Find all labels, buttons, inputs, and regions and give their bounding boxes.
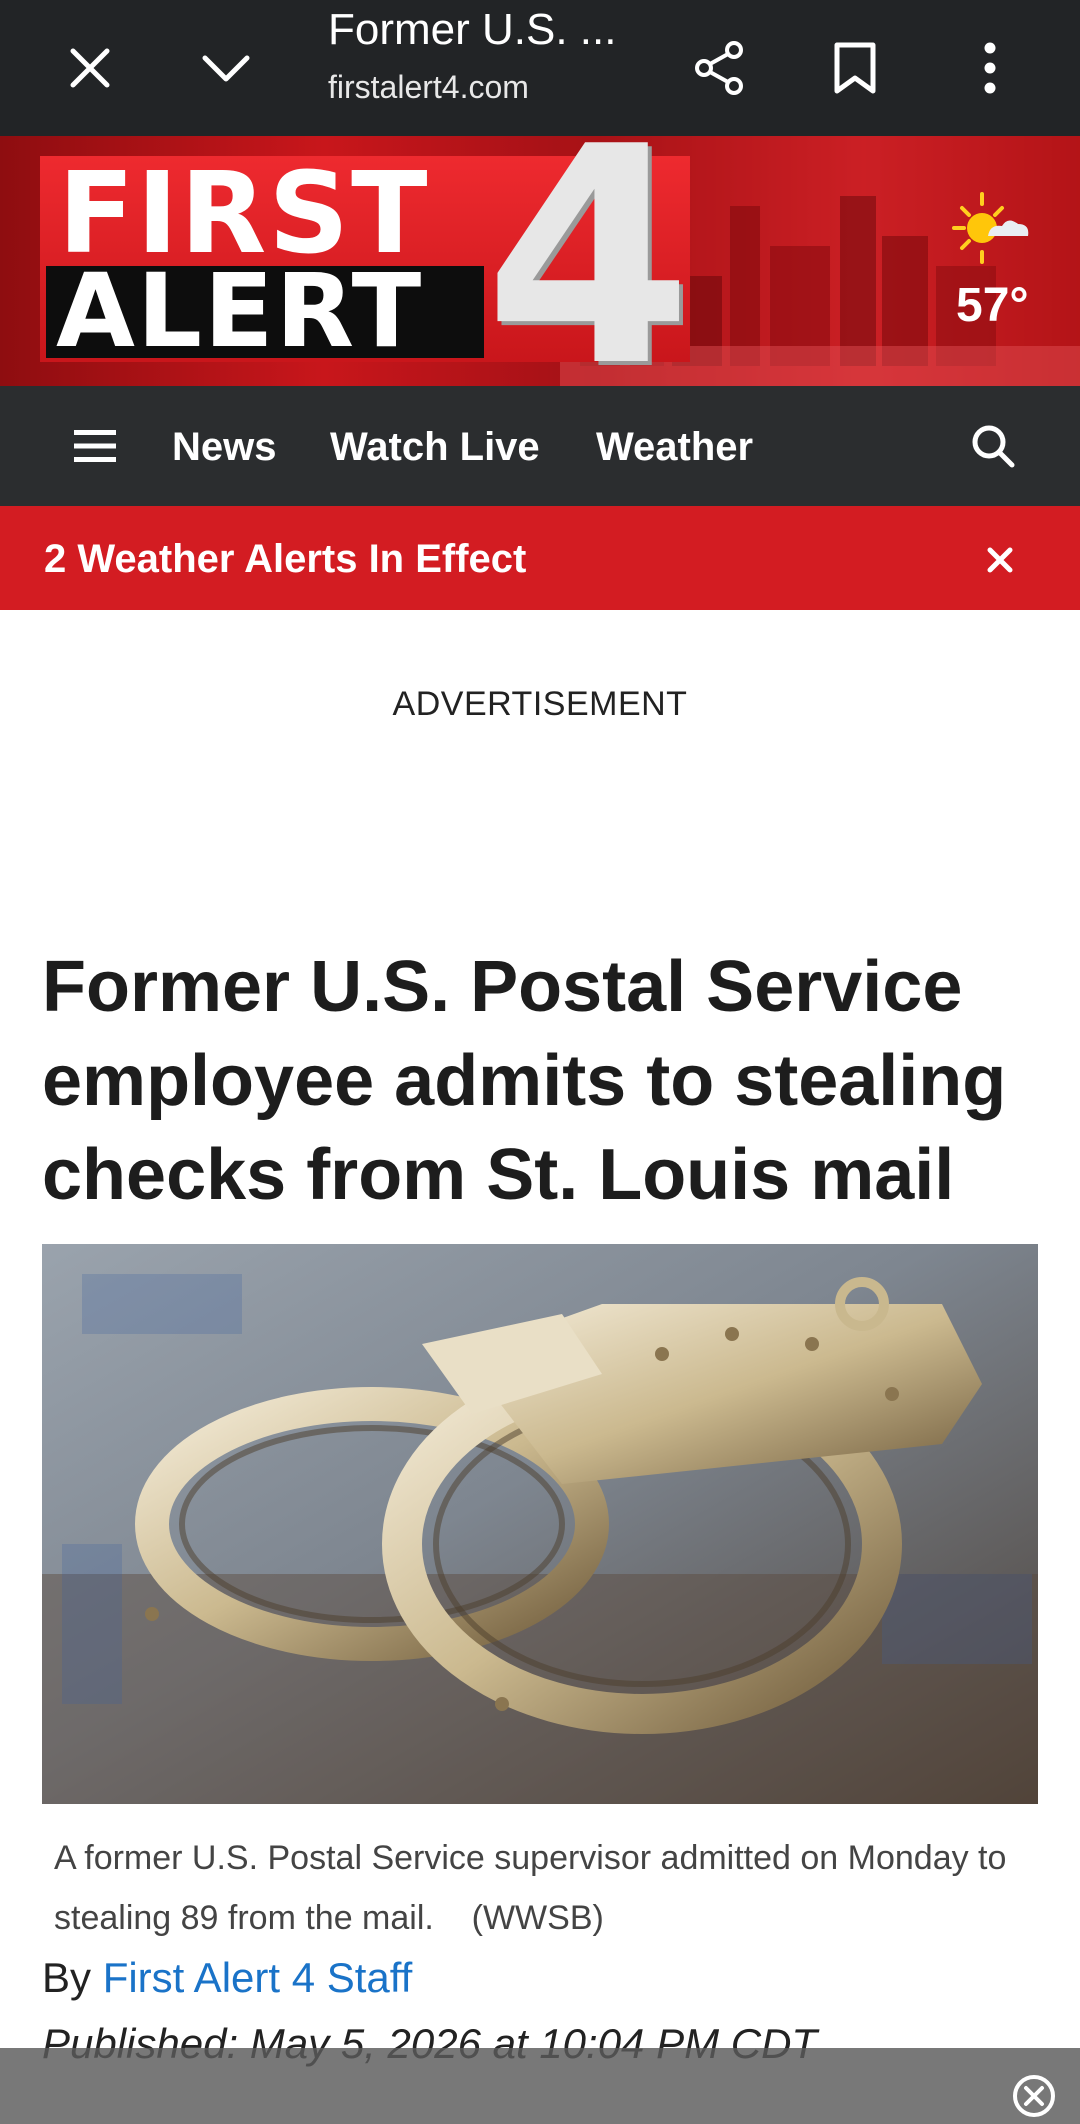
search-button[interactable] <box>958 416 1028 476</box>
nav-item-news[interactable]: News <box>172 422 277 472</box>
bookmark-icon <box>834 42 876 94</box>
station-banner: FIRST ALERT 4 57° <box>0 136 1080 386</box>
search-icon <box>972 425 1015 468</box>
share-button[interactable] <box>670 18 770 118</box>
bottom-ad-overlay[interactable] <box>0 2048 1080 2124</box>
share-icon <box>695 41 743 95</box>
chevron-down-icon <box>202 55 250 82</box>
logo-text-alert: ALERT <box>56 252 424 371</box>
nav-item-watch-live[interactable]: Watch Live <box>330 422 540 472</box>
page-title[interactable]: Former U.S. ... <box>328 2 668 58</box>
photo-credit: (WWSB) <box>471 1899 604 1937</box>
temperature-value[interactable]: 57° <box>956 278 1029 334</box>
menu-icon <box>74 430 116 462</box>
more-vert-icon <box>984 42 996 94</box>
site-navigation: News Watch Live Weather <box>0 386 1080 506</box>
close-tab-button[interactable] <box>40 18 140 118</box>
page-url[interactable]: firstalert4.com <box>328 64 668 110</box>
article-headline: Former U.S. Postal Service employee admi… <box>42 947 1007 1215</box>
close-icon <box>70 48 110 88</box>
author-link[interactable]: First Alert 4 Staff <box>103 1954 413 2001</box>
byline-prefix: By <box>42 1954 92 2001</box>
weather-alert-bar[interactable]: 2 Weather Alerts In Effect <box>0 506 1080 610</box>
nav-item-weather[interactable]: Weather <box>596 422 753 472</box>
weather-alert-text[interactable]: 2 Weather Alerts In Effect <box>44 534 526 584</box>
more-options-button[interactable] <box>940 18 1040 118</box>
byline: By First Alert 4 Staff <box>42 1950 412 2006</box>
logo-number-4: 4 <box>484 136 693 386</box>
browser-toolbar: Former U.S. ... firstalert4.com <box>0 0 1080 136</box>
dismiss-alert-button[interactable] <box>972 532 1028 588</box>
close-ad-button[interactable] <box>1010 2072 1058 2120</box>
bookmark-button[interactable] <box>805 18 905 118</box>
close-icon <box>987 547 1013 573</box>
first-alert-4-logo[interactable]: FIRST ALERT 4 <box>40 136 693 386</box>
partly-sunny-icon[interactable] <box>952 188 1032 268</box>
advertisement-label: ADVERTISEMENT <box>392 685 688 723</box>
close-circle-icon <box>1013 2075 1055 2117</box>
minimize-button[interactable] <box>176 18 276 118</box>
article-photo[interactable] <box>42 1244 1038 1804</box>
menu-button[interactable] <box>58 416 132 476</box>
photo-caption: A former U.S. Postal Service supervisor … <box>54 1828 1034 1948</box>
handcuffs-image <box>42 1244 1038 1804</box>
